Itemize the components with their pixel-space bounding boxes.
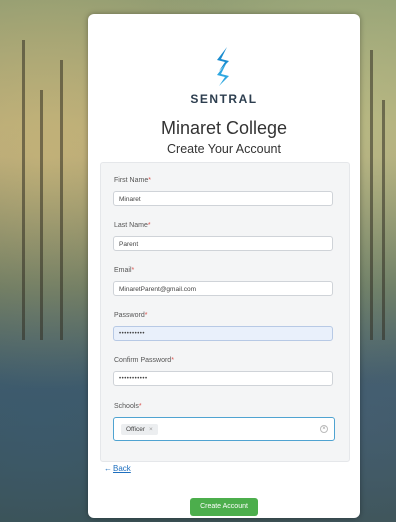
back-arrow-icon: ←	[104, 464, 112, 473]
create-account-button[interactable]: Create Account	[190, 498, 258, 516]
last-name-field[interactable]: Parent	[113, 236, 333, 251]
back-link-label: Back	[113, 464, 131, 473]
selected-school-label: Officer	[126, 426, 146, 433]
sentral-logo-icon	[217, 47, 229, 86]
selected-school-tag: Officer ×	[121, 424, 158, 435]
confirm-password-label: Confirm Password*	[114, 357, 174, 364]
tree-trunk	[40, 90, 43, 340]
remove-tag-icon[interactable]: ×	[149, 426, 153, 433]
tree-trunk	[60, 60, 63, 340]
registration-form: First Name* Minaret Last Name* Parent Em…	[100, 162, 350, 462]
first-name-label: First Name*	[114, 177, 151, 184]
last-name-label: Last Name*	[114, 222, 151, 229]
tree-trunk	[370, 50, 373, 340]
schools-select[interactable]: Officer × ×	[113, 417, 335, 441]
password-field[interactable]: ••••••••••	[113, 326, 333, 341]
back-link[interactable]: ←Back	[104, 464, 131, 473]
confirm-password-field[interactable]: •••••••••••	[113, 371, 333, 386]
page-subtitle: Create Your Account	[167, 142, 281, 156]
clear-selection-icon[interactable]: ×	[320, 425, 328, 433]
email-field[interactable]: MinaretParent@gmail.com	[113, 281, 333, 296]
signup-card: SENTRAL Minaret College Create Your Acco…	[88, 14, 360, 518]
tree-trunk	[22, 40, 25, 340]
password-label: Password*	[114, 312, 148, 319]
tree-trunk	[382, 100, 385, 340]
email-label: Email*	[114, 267, 135, 274]
brand-name: SENTRAL	[190, 92, 258, 106]
first-name-field[interactable]: Minaret	[113, 191, 333, 206]
page-title: Minaret College	[160, 118, 288, 138]
schools-label: Schools*	[114, 403, 142, 410]
